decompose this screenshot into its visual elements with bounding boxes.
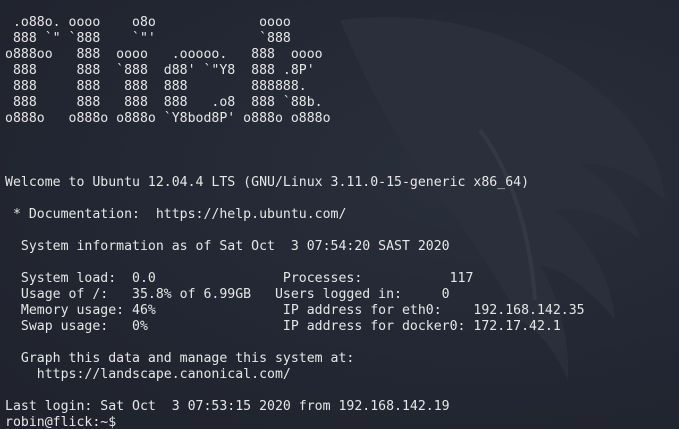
logo-line: .o88o. oooo o8o oooo [5, 15, 291, 30]
welcome-message: Welcome to Ubuntu 12.04.4 LTS (GNU/Linux… [5, 175, 530, 190]
landscape-link[interactable]: https://landscape.canonical.com/ [5, 367, 291, 382]
last-login: Last login: Sat Oct 3 07:53:15 2020 from… [5, 399, 450, 414]
terminal-window[interactable]: .o88o. oooo o8o oooo 888 `" `888 `"' `88… [0, 0, 679, 429]
stat-line: Usage of /: 35.8% of 6.99GB Users logged… [5, 287, 450, 302]
logo-line: 888 `" `888 `"' `888 [5, 31, 291, 46]
stat-line: Swap usage: 0% IP address for docker0: 1… [5, 319, 561, 334]
documentation-line: * Documentation: https://help.ubuntu.com… [5, 207, 347, 222]
shell-prompt: robin@flick:~$ [5, 415, 125, 429]
sysinfo-header: System information as of Sat Oct 3 07:54… [5, 239, 450, 254]
stat-line: Memory usage: 46% IP address for eth0: 1… [5, 303, 585, 318]
logo-line: o888o o888o o888o `Y8bod8P' o888o o888o [5, 111, 331, 126]
logo-line: 888 888 `888 d88' `"Y8 888 .8P' [5, 63, 315, 78]
terminal-output[interactable]: .o88o. oooo o8o oooo 888 `" `888 `"' `88… [5, 15, 585, 429]
graph-text: Graph this data and manage this system a… [5, 351, 355, 366]
stat-line: System load: 0.0 Processes: 117 [5, 271, 474, 286]
logo-line: o888oo 888 oooo .ooooo. 888 oooo [5, 47, 323, 62]
logo-line: 888 888 888 888 .o8 888 `88b. [5, 95, 323, 110]
logo-line: 888 888 888 888 888888. [5, 79, 307, 94]
